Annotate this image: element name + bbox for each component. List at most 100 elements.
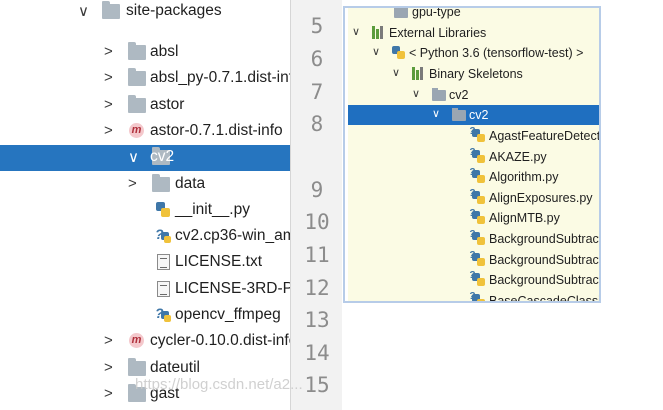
chevron-right-icon[interactable]: > xyxy=(104,332,113,349)
chevron-down-icon[interactable]: ∨ xyxy=(372,45,380,58)
python-skeleton-icon: ? xyxy=(469,208,486,225)
chevron-down-icon[interactable]: ∨ xyxy=(128,148,139,166)
tree-row-cycler-dist-info[interactable]: > m cycler-0.10.0.dist-info xyxy=(0,329,290,355)
editor-gutter: 5 6 7 8 9 10 11 12 13 14 15 xyxy=(290,0,342,410)
python-skeleton-icon: ? xyxy=(469,147,486,164)
popup-row-skeleton-file[interactable]: ? BackgroundSubtractor.py xyxy=(348,229,599,249)
tree-row-label: dateutil xyxy=(150,359,200,376)
tree-row-label: opencv_ffmpeg xyxy=(175,306,281,323)
tree-row-label: astor-0.7.1.dist-info xyxy=(150,122,283,139)
folder-icon xyxy=(128,68,146,87)
tree-row-astor-dist-info[interactable]: > m astor-0.7.1.dist-info xyxy=(0,119,290,145)
popup-row-skeleton-file[interactable]: ? AKAZE.py xyxy=(348,147,599,167)
python-sdk-icon xyxy=(392,46,406,60)
folder-icon xyxy=(102,1,120,20)
tree-row-opencv-ffmpeg[interactable]: ? opencv_ffmpeg xyxy=(0,303,290,329)
tree-row-label: LICENSE.txt xyxy=(175,253,262,270)
popup-row-label: BackgroundSubtractorKNN.py xyxy=(489,253,599,267)
line-number: 8 xyxy=(310,112,324,136)
library-icon xyxy=(412,67,426,81)
popup-row-skeleton-file[interactable]: ? AgastFeatureDetector.py xyxy=(348,126,599,146)
python-unknown-file-icon: ? xyxy=(155,226,173,245)
popup-row-skeleton-file[interactable]: ? BaseCascadeClassifier.py xyxy=(348,291,601,303)
python-skeleton-icon: ? xyxy=(469,270,486,287)
chevron-right-icon[interactable]: > xyxy=(104,122,113,139)
tree-row-label: __init__.py xyxy=(175,201,250,218)
chevron-down-icon[interactable]: ∨ xyxy=(78,2,89,20)
chevron-down-icon[interactable]: ∨ xyxy=(392,66,400,79)
tree-row-label: absl_py-0.7.1.dist-info xyxy=(150,69,290,86)
popup-row-label: BaseCascadeClassifier.py xyxy=(489,294,601,303)
tree-row-label: data xyxy=(175,175,206,192)
popup-row-skeleton-file[interactable]: ? AlignExposures.py xyxy=(348,188,599,208)
popup-row-skeleton-file[interactable]: ? BackgroundSubtractorKNN.py xyxy=(348,250,599,270)
folder-icon xyxy=(452,108,466,122)
chevron-down-icon[interactable]: ∨ xyxy=(432,107,440,120)
popup-row-binary-skeletons[interactable]: ∨ Binary Skeletons xyxy=(348,64,599,84)
chevron-right-icon[interactable]: > xyxy=(104,359,113,376)
folder-icon xyxy=(394,8,408,19)
folder-icon xyxy=(152,174,170,193)
popup-row-label: AgastFeatureDetector.py xyxy=(489,129,601,143)
tree-row-init-py[interactable]: __init__.py xyxy=(0,198,290,224)
popup-row-label: Binary Skeletons xyxy=(429,67,523,81)
python-skeleton-icon: ? xyxy=(469,126,486,143)
chevron-right-icon[interactable]: > xyxy=(104,385,113,402)
popup-row-gpu-type[interactable]: gpu-type xyxy=(348,6,599,22)
python-file-icon xyxy=(155,202,173,219)
tree-row-absl-py-dist-info[interactable]: > absl_py-0.7.1.dist-info xyxy=(0,66,290,92)
tree-row-license[interactable]: LICENSE.txt xyxy=(0,250,290,276)
navigation-popup[interactable]: gpu-type ∨ External Libraries ∨ < Python… xyxy=(343,6,601,303)
folder-icon xyxy=(128,95,146,114)
tree-row-label: cv2.cp36-win_amd64.pyd xyxy=(175,227,290,244)
popup-row-python-sdk[interactable]: ∨ < Python 3.6 (tensorflow-test) > xyxy=(348,43,599,63)
popup-row-label: AlignExposures.py xyxy=(489,191,593,205)
popup-row-label: Algorithm.py xyxy=(489,170,559,184)
tree-row-license-3rd-party[interactable]: LICENSE-3RD-PARTY.txt xyxy=(0,277,290,303)
popup-row-cv2-inner[interactable]: ∨ cv2 xyxy=(348,105,599,125)
tree-row-absl[interactable]: > absl xyxy=(0,40,290,66)
popup-row-external-libraries[interactable]: ∨ External Libraries xyxy=(348,23,599,43)
python-unknown-file-icon: ? xyxy=(155,305,173,324)
folder-icon xyxy=(128,358,146,377)
python-skeleton-icon: ? xyxy=(469,291,486,301)
tree-row-cv2[interactable]: ∨ cv2 xyxy=(0,145,290,171)
egg-info-icon: m xyxy=(129,123,147,140)
line-number: 5 xyxy=(310,14,324,38)
tree-row-label: LICENSE-3RD-PARTY.txt xyxy=(175,280,290,297)
text-file-icon xyxy=(157,281,175,298)
popup-row-label: AKAZE.py xyxy=(489,150,547,164)
tree-row-data[interactable]: > data xyxy=(0,172,290,198)
library-icon xyxy=(372,26,386,40)
popup-row-skeleton-file[interactable]: ? Algorithm.py xyxy=(348,167,599,187)
folder-icon xyxy=(432,88,446,102)
chevron-down-icon[interactable]: ∨ xyxy=(412,87,420,100)
tree-row-astor[interactable]: > astor xyxy=(0,93,290,119)
tree-row-cv2-pyd[interactable]: ? cv2.cp36-win_amd64.pyd xyxy=(0,224,290,250)
line-number: 10 xyxy=(304,210,330,234)
popup-row-skeleton-file[interactable]: ? BackgroundSubtractorMOG2.py xyxy=(348,270,599,290)
tree-row-site-packages[interactable]: ∨ site-packages xyxy=(0,0,290,25)
line-number: 9 xyxy=(310,178,324,202)
popup-row-cv2-outer[interactable]: ∨ cv2 xyxy=(348,85,599,105)
line-number: 6 xyxy=(310,47,324,71)
popup-row-label: BackgroundSubtractorMOG2.py xyxy=(489,273,599,287)
tree-row-label: astor xyxy=(150,96,185,113)
watermark: https://blog.csdn.net/a2... xyxy=(135,376,303,393)
chevron-down-icon[interactable]: ∨ xyxy=(352,25,360,38)
popup-row-skeleton-file[interactable]: ? AlignMTB.py xyxy=(348,208,599,228)
popup-row-label: External Libraries xyxy=(389,26,487,40)
line-number: 13 xyxy=(304,308,330,332)
chevron-right-icon[interactable]: > xyxy=(104,96,113,113)
folder-icon xyxy=(128,42,146,61)
tree-row-label: cycler-0.10.0.dist-info xyxy=(150,332,290,349)
popup-row-label: gpu-type xyxy=(412,6,461,19)
chevron-right-icon[interactable]: > xyxy=(128,175,137,192)
popup-row-label: < Python 3.6 (tensorflow-test) > xyxy=(409,46,584,60)
chevron-right-icon[interactable]: > xyxy=(104,69,113,86)
line-number: 11 xyxy=(304,243,330,267)
project-tree-panel: ∨ site-packages > absl > absl_py-0.7.1.d… xyxy=(0,0,290,410)
popup-list: gpu-type ∨ External Libraries ∨ < Python… xyxy=(348,8,599,301)
popup-row-label: BackgroundSubtractor.py xyxy=(489,232,599,246)
chevron-right-icon[interactable]: > xyxy=(104,43,113,60)
